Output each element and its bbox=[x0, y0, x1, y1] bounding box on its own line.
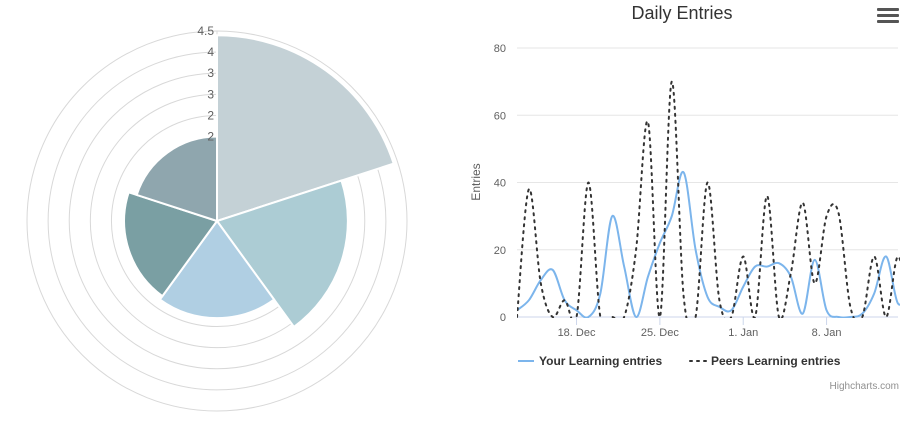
hamburger-menu-icon-bar bbox=[877, 14, 899, 17]
radial-tick-label: 2 bbox=[207, 108, 214, 122]
radial-tick-label: 3 bbox=[207, 87, 214, 101]
polar-chart-svg: 4.5 4 3 3 2 2 bbox=[26, 24, 408, 412]
daily-entries-chart: Daily Entries 0 20 40 60 80 Entries 18. Dec 25. … bbox=[450, 0, 916, 427]
radial-tick-label: 4 bbox=[207, 45, 214, 59]
daily-entries-chart-svg: Daily Entries 0 20 40 60 80 Entries 18. Dec 25. … bbox=[469, 3, 900, 368]
x-tick-label: 25. Dec bbox=[641, 327, 679, 339]
x-tick-label: 8. Jan bbox=[812, 327, 842, 339]
series-line-peers-learning bbox=[517, 80, 900, 318]
legend-label: Your Learning entries bbox=[539, 354, 662, 368]
polar-chart: 4.5 4 3 3 2 2 bbox=[0, 0, 440, 427]
radial-tick-label: 4.5 bbox=[197, 24, 214, 38]
y-tick-label: 40 bbox=[494, 178, 506, 190]
radial-tick-label: 3 bbox=[207, 66, 214, 80]
y-tick-label: 60 bbox=[494, 110, 506, 122]
x-tick-label: 1. Jan bbox=[728, 327, 758, 339]
legend-label: Peers Learning entries bbox=[711, 354, 841, 368]
legend-item[interactable]: Your Learning entries bbox=[518, 354, 662, 368]
hamburger-menu-icon-bar bbox=[877, 20, 899, 23]
legend-item[interactable]: Peers Learning entries bbox=[689, 354, 841, 368]
y-axis-title: Entries bbox=[469, 163, 483, 200]
hamburger-menu-icon-bar bbox=[877, 8, 899, 11]
highcharts-credits-link[interactable]: Highcharts.com bbox=[830, 381, 899, 392]
y-tick-label: 80 bbox=[494, 43, 506, 55]
chart-context-menu-button[interactable] bbox=[877, 8, 899, 26]
radial-tick-label: 2 bbox=[207, 130, 214, 144]
x-tick-label: 18. Dec bbox=[558, 327, 596, 339]
y-tick-label: 0 bbox=[500, 312, 506, 324]
chart-title: Daily Entries bbox=[631, 3, 732, 23]
y-tick-label: 20 bbox=[494, 245, 506, 257]
